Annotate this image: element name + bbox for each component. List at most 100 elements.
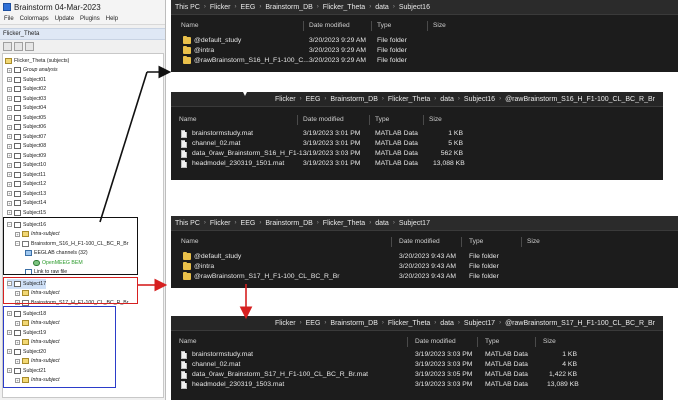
- header-size[interactable]: Size: [433, 22, 446, 29]
- file-row[interactable]: headmodel_230319_1501.mat 3/19/2023 3:01 …: [171, 159, 663, 169]
- menu-help[interactable]: Help: [106, 16, 118, 22]
- header-type[interactable]: Type: [377, 22, 391, 29]
- breadcrumb-item[interactable]: Subject17: [395, 220, 434, 227]
- expand-icon[interactable]: +: [7, 143, 12, 149]
- breadcrumb-item[interactable]: This PC: [171, 4, 204, 11]
- tree-subject[interactable]: + Subject08: [7, 142, 46, 152]
- tree-subject[interactable]: + Subject06: [7, 123, 46, 133]
- header-type[interactable]: Type: [485, 338, 499, 345]
- expand-icon[interactable]: +: [7, 200, 12, 206]
- folder-row[interactable]: @intra 3/20/2023 9:43 AM File folder: [171, 261, 678, 272]
- header-size[interactable]: Size: [543, 338, 556, 345]
- breadcrumb-item[interactable]: Subject17: [460, 320, 499, 327]
- expand-icon[interactable]: +: [7, 191, 12, 197]
- header-date[interactable]: Date modified: [309, 22, 350, 29]
- header-type[interactable]: Type: [375, 116, 389, 123]
- expand-icon[interactable]: +: [7, 181, 12, 187]
- expand-icon[interactable]: +: [7, 210, 12, 216]
- expand-icon[interactable]: +: [7, 67, 12, 73]
- file-row[interactable]: channel_02.mat 3/19/2023 3:03 PM MATLAB Da…: [171, 360, 663, 370]
- header-name[interactable]: Name: [179, 116, 197, 123]
- header-size[interactable]: Size: [429, 116, 442, 123]
- folder-row[interactable]: @default_study 3/20/2023 9:29 AM File fold…: [171, 35, 678, 46]
- expand-icon[interactable]: +: [7, 115, 12, 121]
- breadcrumb-item[interactable]: data: [436, 96, 458, 103]
- breadcrumb-item[interactable]: EEG: [302, 320, 325, 327]
- expand-icon[interactable]: +: [7, 86, 12, 92]
- breadcrumb-item[interactable]: Brainstorm_DB: [326, 320, 381, 327]
- expand-icon[interactable]: +: [7, 77, 12, 83]
- breadcrumb-item[interactable]: Brainstorm_DB: [261, 4, 316, 11]
- file-row[interactable]: data_0raw_Brainstorm_S17_H_F1-100_CL_BC_…: [171, 370, 663, 380]
- header-name[interactable]: Name: [179, 338, 197, 345]
- view-studies-icon[interactable]: [25, 42, 34, 51]
- breadcrumb-item[interactable]: Brainstorm_DB: [261, 220, 316, 227]
- breadcrumb-item[interactable]: Flicker: [206, 220, 235, 227]
- breadcrumb-item[interactable]: Brainstorm_DB: [326, 96, 381, 103]
- breadcrumb-item[interactable]: Flicker: [271, 96, 300, 103]
- expand-icon[interactable]: +: [7, 134, 12, 140]
- breadcrumb-item[interactable]: EEG: [302, 96, 325, 103]
- tree-subject[interactable]: + Subject13: [7, 189, 46, 199]
- header-date[interactable]: Date modified: [399, 238, 440, 245]
- header-size[interactable]: Size: [527, 238, 540, 245]
- expand-icon[interactable]: +: [7, 105, 12, 111]
- header-type[interactable]: Type: [469, 238, 483, 245]
- menu-update[interactable]: Update: [55, 16, 74, 22]
- folder-row[interactable]: @rawBrainstorm_S16_H_F1-100_C... 3/20/202…: [171, 55, 678, 66]
- folder-row[interactable]: @default_study 3/20/2023 9:43 AM File fold…: [171, 251, 678, 262]
- file-row[interactable]: headmodel_230319_1503.mat 3/19/2023 3:03 …: [171, 380, 663, 390]
- tree-subject[interactable]: + Subject12: [7, 180, 46, 190]
- breadcrumb-item[interactable]: Flicker_Theta: [319, 220, 369, 227]
- expand-icon[interactable]: +: [7, 172, 12, 178]
- file-row[interactable]: data_0raw_Brainstorm_S16_H_F1-1... 3/19/2…: [171, 149, 663, 159]
- breadcrumb-item[interactable]: Subject16: [395, 4, 434, 11]
- tree-subject[interactable]: + Subject10: [7, 161, 46, 171]
- breadcrumb-item[interactable]: Flicker_Theta: [384, 96, 434, 103]
- folder-row[interactable]: @intra 3/20/2023 9:29 AM File folder: [171, 45, 678, 56]
- folder-row[interactable]: @rawBrainstorm_S17_H_F1-100_CL_BC_R_Br 3/…: [171, 271, 678, 282]
- tree-subject[interactable]: + Subject11: [7, 170, 46, 180]
- header-name[interactable]: Name: [181, 22, 199, 29]
- breadcrumb-item[interactable]: Flicker_Theta: [319, 4, 369, 11]
- tree-subject[interactable]: + Subject05: [7, 113, 46, 123]
- tree-subject[interactable]: + Subject01: [7, 75, 46, 85]
- file-row[interactable]: brainstormstudy.mat 3/19/2023 3:01 PM MATL…: [171, 129, 663, 139]
- expand-icon[interactable]: +: [7, 96, 12, 102]
- breadcrumb-item[interactable]: data: [436, 320, 458, 327]
- breadcrumb-item[interactable]: This PC: [171, 220, 204, 227]
- menu-file[interactable]: File: [4, 16, 14, 22]
- menu-colormaps[interactable]: Colormaps: [20, 16, 49, 22]
- breadcrumb-item[interactable]: @rawBrainstorm_S17_H_F1-100_CL_BC_R_Br: [501, 320, 659, 327]
- tree-subject[interactable]: + Subject03: [7, 94, 46, 104]
- breadcrumb-item[interactable]: Flicker: [271, 320, 300, 327]
- expand-icon[interactable]: +: [7, 162, 12, 168]
- breadcrumb-item[interactable]: EEG: [237, 4, 260, 11]
- tree-subject[interactable]: + Subject07: [7, 132, 46, 142]
- address-bar[interactable]: This PC › Flicker › EEG › Brainstorm_DB › Flicke…: [171, 216, 678, 231]
- address-bar[interactable]: Flicker › EEG › Brainstorm_DB › Flicker_Theta ›…: [171, 92, 663, 107]
- breadcrumb-item[interactable]: @rawBrainstorm_S16_H_F1-100_CL_BC_R_Br: [501, 96, 659, 103]
- breadcrumb-item[interactable]: Flicker_Theta: [384, 320, 434, 327]
- header-name[interactable]: Name: [181, 238, 199, 245]
- file-row[interactable]: channel_02.mat 3/19/2023 3:01 PM MATLAB Da…: [171, 139, 663, 149]
- breadcrumb-item[interactable]: EEG: [237, 220, 260, 227]
- expand-icon[interactable]: +: [7, 124, 12, 130]
- address-bar[interactable]: Flicker › EEG › Brainstorm_DB › Flicker_Theta ›…: [171, 316, 663, 331]
- breadcrumb-item[interactable]: data: [371, 4, 393, 11]
- tree-subject[interactable]: + Subject09: [7, 151, 46, 161]
- menu-plugins[interactable]: Plugins: [80, 16, 100, 22]
- tree-subject[interactable]: + Subject14: [7, 199, 46, 209]
- tree-subject[interactable]: + Subject02: [7, 85, 46, 95]
- protocol-selector[interactable]: Flicker_Theta: [0, 28, 165, 40]
- breadcrumb-item[interactable]: data: [371, 220, 393, 227]
- breadcrumb-item[interactable]: Flicker: [206, 4, 235, 11]
- tree-subject[interactable]: + Subject04: [7, 104, 46, 114]
- header-date[interactable]: Date modified: [303, 116, 344, 123]
- header-date[interactable]: Date modified: [415, 338, 456, 345]
- expand-icon[interactable]: +: [7, 153, 12, 159]
- breadcrumb-item[interactable]: Subject16: [460, 96, 499, 103]
- view-conditions-icon[interactable]: [14, 42, 23, 51]
- tree-root[interactable]: Flicker_Theta (subjects): [5, 56, 69, 66]
- file-row[interactable]: brainstormstudy.mat 3/19/2023 3:03 PM MATL…: [171, 350, 663, 360]
